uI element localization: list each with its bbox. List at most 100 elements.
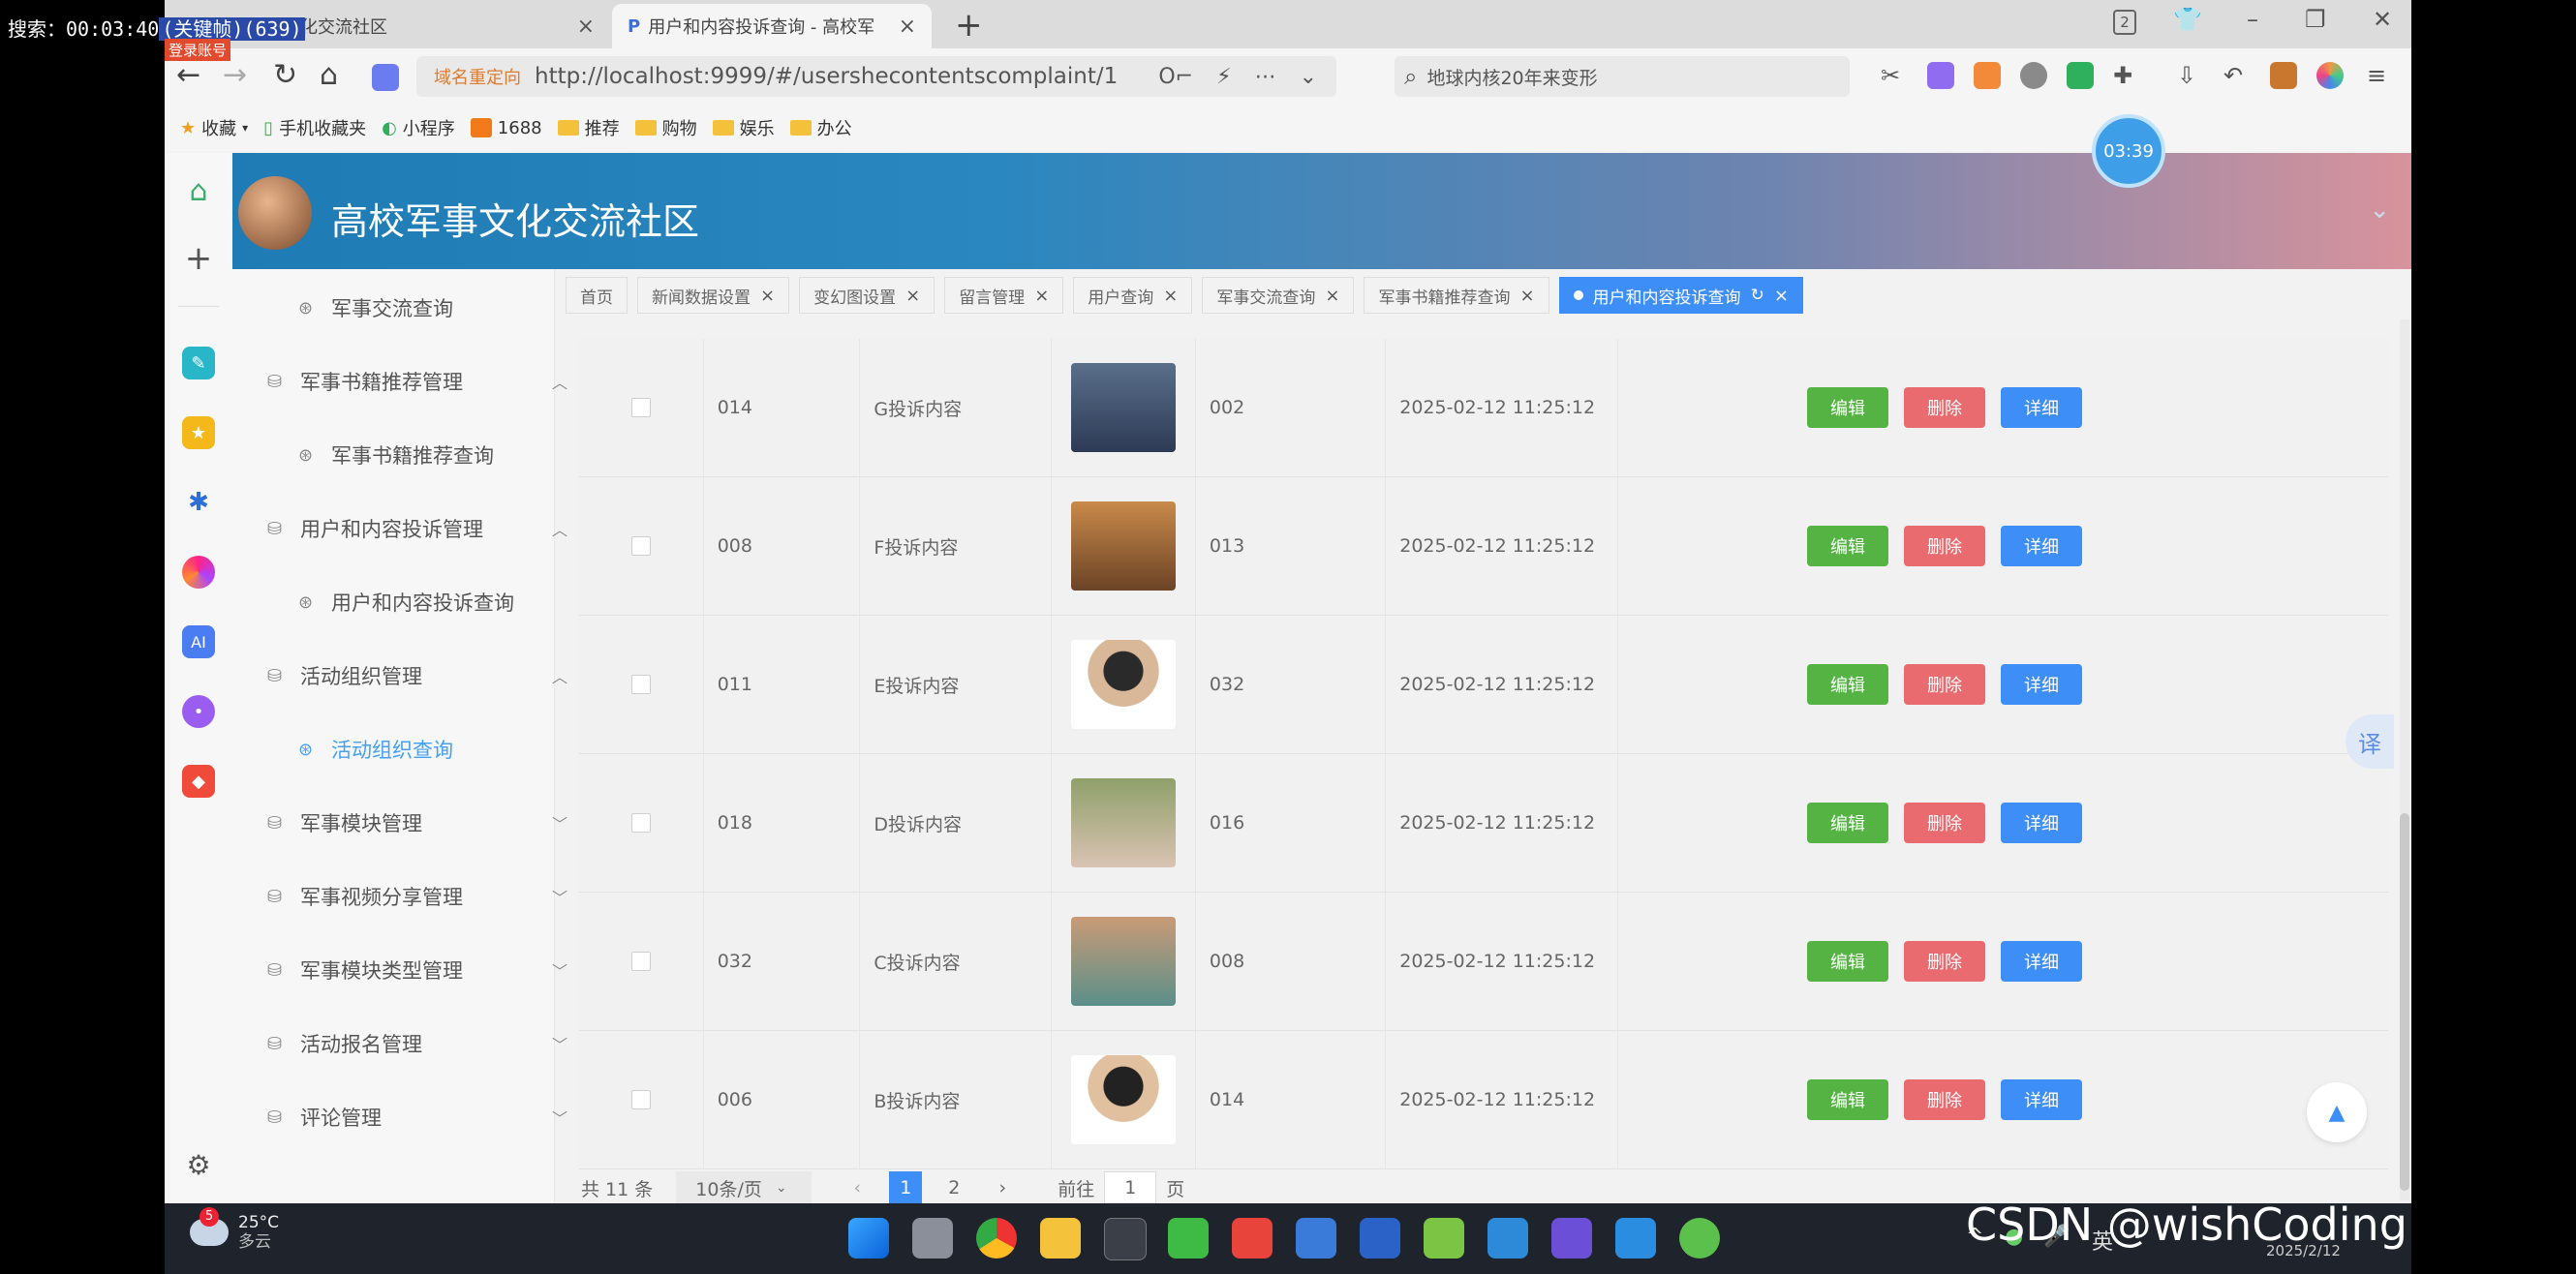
lightning-icon[interactable]: ⚡ <box>1216 65 1231 89</box>
complaint-photo[interactable] <box>1071 501 1177 591</box>
sidebar-item[interactable]: ⛁ 军事视频分享管理 ﹀ <box>232 875 589 918</box>
browser-app-icon[interactable] <box>1679 1218 1720 1259</box>
delete-button[interactable]: 删除 <box>1904 664 1985 705</box>
key-icon[interactable]: O⌐ <box>1158 65 1193 89</box>
download-icon[interactable]: ⇩ <box>2177 62 2204 89</box>
page-button-2[interactable]: 2 <box>937 1171 970 1204</box>
notes-icon[interactable]: ✎ <box>182 347 215 379</box>
extension-green-icon[interactable] <box>2067 62 2094 89</box>
extension-orange-icon[interactable] <box>1974 62 2001 89</box>
minimize-icon[interactable]: – <box>2247 6 2258 33</box>
close-icon[interactable]: × <box>577 15 595 39</box>
star-icon[interactable]: ★ <box>182 416 215 449</box>
settings-icon[interactable]: ⚙ <box>182 1148 215 1181</box>
bookmark-mobile[interactable]: ▯ 手机收藏夹 <box>263 115 366 140</box>
tab-tag[interactable]: 留言管理 × <box>944 277 1064 314</box>
close-icon[interactable]: × <box>1325 286 1339 306</box>
row-checkbox[interactable] <box>630 398 651 417</box>
sidebar-item[interactable]: ⊛ 用户和内容投诉查询 <box>232 581 620 623</box>
bookmark-1688[interactable]: 1688 <box>470 118 542 138</box>
weather-widget[interactable]: 5 25°C 多云 <box>190 1207 279 1252</box>
delete-button[interactable]: 删除 <box>1904 1079 1985 1120</box>
cut-icon[interactable]: ✂ <box>1881 62 1908 89</box>
notes-app-icon[interactable] <box>1487 1218 1528 1259</box>
tab-count-icon[interactable]: 2 <box>2113 10 2136 35</box>
skin-icon[interactable]: 👕 <box>2173 6 2202 33</box>
extension-purple-icon[interactable] <box>1927 62 1954 89</box>
briefcase-icon[interactable] <box>2270 62 2297 89</box>
extension-gray-icon[interactable] <box>2020 62 2047 89</box>
idea-icon[interactable] <box>1551 1218 1592 1259</box>
sidebar-item[interactable]: ⛁ 军事书籍推荐管理 ︿ <box>232 360 589 403</box>
url-bar[interactable]: 域名重定向 http://localhost:9999/#/usershecon… <box>416 56 1336 97</box>
tab-tag[interactable]: 军事交流查询 × <box>1202 277 1355 314</box>
complaint-photo[interactable] <box>1071 363 1177 452</box>
row-checkbox[interactable] <box>630 536 651 556</box>
forward-icon[interactable]: → <box>223 58 247 92</box>
home-icon[interactable]: ⌂ <box>182 174 215 208</box>
bookmark-folder[interactable]: 推荐 <box>557 115 620 140</box>
detail-button[interactable]: 详细 <box>2001 526 2082 566</box>
back-to-top-button[interactable]: ▲ <box>2307 1082 2367 1142</box>
refresh-icon[interactable]: ↻ <box>1751 286 1764 305</box>
scrollbar-thumb[interactable] <box>2400 813 2409 1191</box>
page-size-select[interactable]: 10条/页 ⌄ <box>676 1171 813 1204</box>
chevron-down-icon[interactable]: ⌄ <box>2369 196 2390 225</box>
chrome-icon[interactable] <box>976 1218 1017 1259</box>
wps-icon[interactable] <box>1232 1218 1273 1259</box>
menu-icon[interactable]: ≡ <box>2367 62 2394 89</box>
terminal-icon[interactable] <box>1104 1218 1147 1260</box>
row-checkbox[interactable] <box>630 1090 651 1109</box>
delete-button[interactable]: 删除 <box>1904 526 1985 566</box>
close-icon[interactable]: × <box>760 286 775 306</box>
delete-button[interactable]: 删除 <box>1904 941 1985 982</box>
tab-tag[interactable]: 变幻图设置 × <box>799 277 935 314</box>
powerpoint-icon[interactable] <box>1360 1218 1400 1259</box>
network-icon[interactable]: ✱ <box>182 486 215 519</box>
close-icon[interactable]: × <box>1163 286 1178 306</box>
undo-icon[interactable]: ↶ <box>2223 62 2251 89</box>
puzzle-icon[interactable]: ✚ <box>2113 62 2140 89</box>
close-icon[interactable]: × <box>1034 286 1049 306</box>
sidebar-item[interactable]: ⊛ 军事书籍推荐查询 <box>232 434 620 476</box>
ai-badge-icon[interactable]: AI <box>182 625 215 658</box>
edit-button[interactable]: 编辑 <box>1807 803 1888 843</box>
edit-button[interactable]: 编辑 <box>1807 526 1888 566</box>
sidebar-item[interactable]: ⛁ 活动组织管理 ︿ <box>232 654 589 697</box>
url-text[interactable]: http://localhost:9999/#/usershecontentsc… <box>535 64 1118 89</box>
detail-button[interactable]: 详细 <box>2001 803 2082 843</box>
translate-button[interactable]: 译 <box>2346 714 2394 769</box>
start-icon[interactable] <box>848 1218 889 1259</box>
ai-icon[interactable] <box>372 64 399 91</box>
sidebar-item[interactable]: ⛁ 活动报名管理 ﹀ <box>232 1022 589 1065</box>
tab-tag[interactable]: 新闻数据设置 × <box>637 277 790 314</box>
sidebar-item[interactable]: ⛁ 军事模块管理 ﹀ <box>232 802 589 844</box>
home-icon[interactable]: ⌂ <box>320 58 338 92</box>
complaint-photo[interactable] <box>1071 778 1177 867</box>
detail-button[interactable]: 详细 <box>2001 1079 2082 1120</box>
edit-button[interactable]: 编辑 <box>1807 941 1888 982</box>
file-explorer-icon[interactable] <box>1040 1218 1081 1259</box>
sidebar-item[interactable]: ⛁ 军事模块类型管理 ﹀ <box>232 949 589 991</box>
chat-bot-icon[interactable]: • <box>182 695 215 728</box>
detail-button[interactable]: 详细 <box>2001 664 2082 705</box>
row-checkbox[interactable] <box>630 952 651 971</box>
close-window-icon[interactable]: ✕ <box>2373 6 2392 33</box>
bookmark-folder[interactable]: 娱乐 <box>712 115 775 140</box>
task-view-icon[interactable] <box>912 1218 953 1259</box>
reload-icon[interactable]: ↻ <box>273 58 297 92</box>
back-icon[interactable]: ← <box>176 58 200 92</box>
tab-tag[interactable]: 军事书籍推荐查询 × <box>1364 277 1549 314</box>
detail-button[interactable]: 详细 <box>2001 387 2082 428</box>
more-icon[interactable]: ⋯ <box>1255 65 1276 89</box>
detail-button[interactable]: 详细 <box>2001 941 2082 982</box>
next-page-icon[interactable]: › <box>986 1171 1019 1204</box>
close-icon[interactable]: × <box>899 15 916 39</box>
sidebar-item[interactable]: ⊛ 活动组织查询 <box>232 728 620 771</box>
color-ring-icon[interactable] <box>2316 62 2344 89</box>
row-checkbox[interactable] <box>630 675 651 694</box>
video-icon[interactable] <box>1296 1218 1336 1259</box>
ai-ring-icon[interactable] <box>182 556 215 589</box>
sidebar-item[interactable]: ⊛ 军事交流查询 <box>232 287 620 329</box>
tab-tag[interactable]: 用户和内容投诉查询 ↻ × <box>1558 277 1803 314</box>
